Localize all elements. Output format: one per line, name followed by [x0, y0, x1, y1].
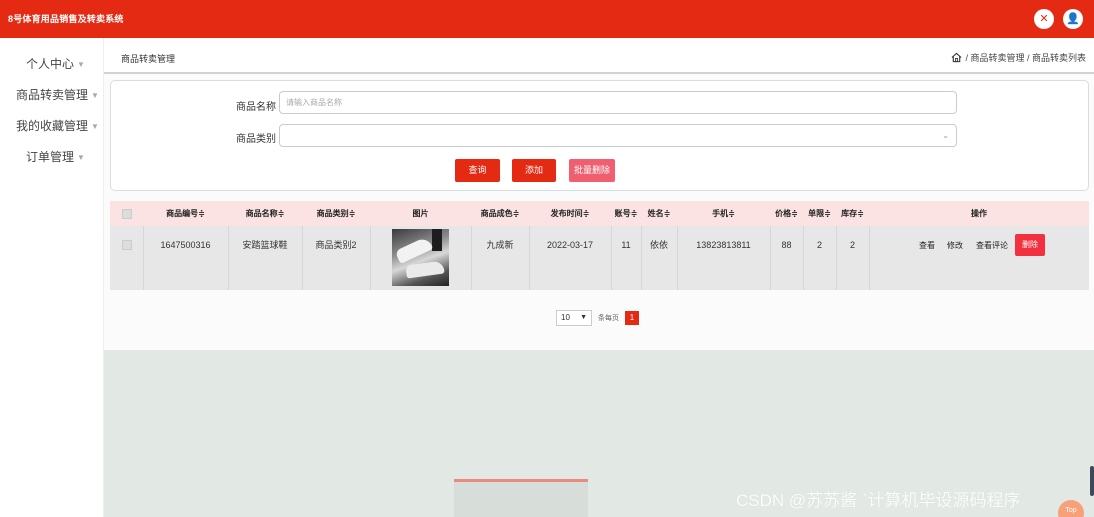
per-page-label: 条每页: [598, 315, 619, 322]
th-condition[interactable]: 商品成色≑: [471, 201, 529, 226]
batch-delete-button[interactable]: 批量删除: [569, 159, 615, 182]
top-bar: 8号体育用品销售及转卖系统 ✕ 👤: [0, 0, 1094, 38]
table-header-row: 商品编号≑ 商品名称≑ 商品类别≑ 图片 商品成色≑ 发布时间≑ 账号≑ 姓名≑…: [110, 201, 1089, 226]
view-link[interactable]: 查看: [919, 226, 935, 265]
sidebar-item-label: 商品转卖管理: [16, 88, 89, 102]
caret-down-icon: ▼: [91, 122, 99, 131]
cell-person-name: 依依: [649, 240, 668, 250]
page-title: 商品转卖管理: [121, 54, 176, 64]
sidebar-item-resale-management[interactable]: 商品转卖管理 ▼: [16, 86, 99, 103]
page-number-current[interactable]: 1: [625, 311, 639, 325]
th-account[interactable]: 账号≑: [611, 201, 641, 226]
cell-phone: 13823813811: [696, 240, 751, 250]
product-table: 商品编号≑ 商品名称≑ 商品类别≑ 图片 商品成色≑ 发布时间≑ 账号≑ 姓名≑…: [110, 201, 1089, 290]
th-product-id[interactable]: 商品编号≑: [143, 201, 228, 226]
th-product-category[interactable]: 商品类别≑: [302, 201, 370, 226]
sidebar: 个人中心 ▼ 商品转卖管理 ▼ 我的收藏管理 ▼ 订单管理 ▼: [0, 38, 104, 517]
column-divider: [370, 226, 371, 290]
home-icon[interactable]: [951, 52, 962, 63]
sidebar-item-label: 我的收藏管理: [16, 119, 89, 133]
caret-down-icon: ▼: [91, 91, 99, 100]
th-image: 图片: [412, 209, 429, 218]
caret-down-icon: ▼: [77, 60, 85, 69]
add-button[interactable]: 添加: [512, 159, 556, 182]
th-price[interactable]: 价格≑: [770, 201, 803, 226]
th-person-name[interactable]: 姓名≑: [641, 201, 677, 226]
product-image[interactable]: [392, 229, 449, 286]
cell-limit: 2: [816, 240, 822, 250]
close-circle-icon[interactable]: ✕: [1034, 9, 1054, 29]
cell-stock: 2: [849, 240, 855, 250]
chevron-down-icon: ⌄: [942, 131, 949, 140]
th-product-name[interactable]: 商品名称≑: [228, 201, 302, 226]
select-all-checkbox[interactable]: [122, 209, 132, 219]
image-detail: [405, 260, 445, 279]
page-size-value: 10: [561, 313, 570, 322]
user-icon[interactable]: 👤: [1063, 9, 1083, 29]
delete-button[interactable]: 删除: [1015, 234, 1045, 256]
watermark: CSDN @苏苏酱 `计算机毕设源码程序: [736, 491, 1021, 510]
th-limit[interactable]: 单限≑: [803, 201, 836, 226]
sidebar-item-personal-center[interactable]: 个人中心 ▼: [26, 55, 85, 72]
cell-product-id: 1647500316: [160, 240, 211, 250]
cell-account: 11: [621, 240, 631, 250]
sidebar-item-favorites-management[interactable]: 我的收藏管理 ▼: [16, 117, 99, 134]
sidebar-item-label: 订单管理: [26, 150, 75, 164]
th-phone[interactable]: 手机≑: [677, 201, 770, 226]
query-button[interactable]: 查询: [455, 159, 500, 182]
th-actions: 操作: [971, 209, 987, 218]
column-divider: [869, 226, 870, 290]
product-name-input[interactable]: 请输入商品名称: [279, 91, 957, 114]
th-publish-time[interactable]: 发布时间≑: [529, 201, 611, 226]
cell-product-category: 商品类别2: [315, 240, 357, 250]
cell-condition: 九成新: [486, 240, 514, 250]
product-name-label: 商品名称: [236, 102, 276, 113]
cell-product-name: 安踏篮球鞋: [242, 240, 288, 250]
sidebar-item-order-management[interactable]: 订单管理 ▼: [26, 148, 85, 165]
chevron-down-icon: ▼: [580, 314, 587, 321]
product-category-label: 商品类别: [236, 134, 276, 145]
sidebar-item-label: 个人中心: [26, 57, 75, 71]
image-detail: [394, 236, 434, 264]
search-panel: 商品名称 请输入商品名称 商品类别 ⌄ 查询 添加 批量删除: [110, 80, 1089, 191]
page-size-select[interactable]: 10 ▼: [556, 310, 592, 326]
edit-link[interactable]: 修改: [947, 226, 963, 265]
page-header: 商品转卖管理 / 商品转卖管理 / 商品转卖列表: [104, 38, 1094, 74]
view-comments-link[interactable]: 查看评论: [976, 226, 1008, 265]
app-title: 8号体育用品销售及转卖系统: [8, 14, 124, 24]
breadcrumb-path[interactable]: / 商品转卖管理 / 商品转卖列表: [965, 53, 1086, 63]
empty-background-area: CSDN @苏苏酱 `计算机毕设源码程序: [104, 350, 1094, 517]
scrollbar-handle[interactable]: [1090, 466, 1094, 496]
breadcrumb: / 商品转卖管理 / 商品转卖列表: [951, 51, 1086, 64]
product-category-select[interactable]: ⌄: [279, 124, 957, 147]
row-checkbox[interactable]: [122, 240, 132, 250]
thumbnail-preview: [454, 479, 588, 517]
cell-price: 88: [781, 240, 792, 250]
th-stock[interactable]: 库存≑: [836, 201, 869, 226]
cell-publish-time: 2022-03-17: [546, 240, 594, 250]
caret-down-icon: ▼: [77, 153, 85, 162]
main-content: 商品转卖管理 / 商品转卖管理 / 商品转卖列表 商品名称 请输入商品名称 商品…: [104, 38, 1094, 517]
image-detail: [432, 229, 442, 251]
